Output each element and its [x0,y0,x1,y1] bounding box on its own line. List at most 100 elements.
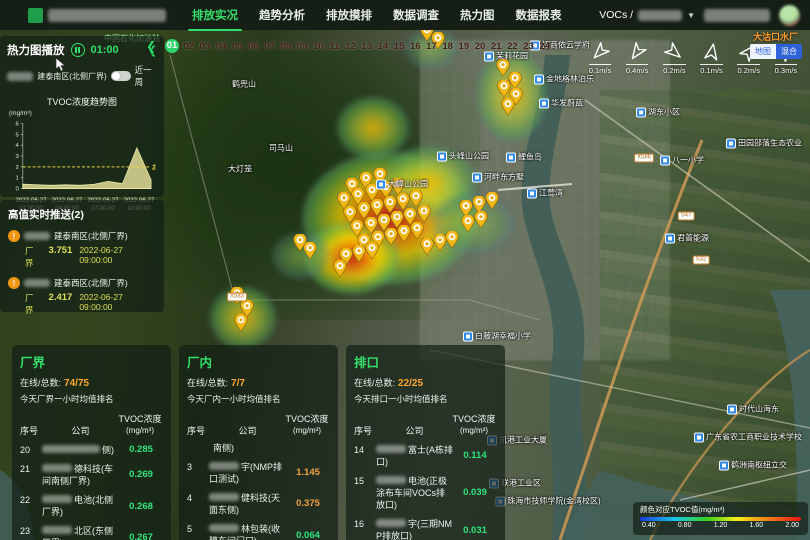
hour-19[interactable]: 19 [457,41,470,52]
row-company: 德科技(车间南侧厂界) [42,463,119,487]
table-row[interactable]: 3宇(NMP排口测试)1.145 [187,461,330,485]
alert-icon: ! [8,230,20,242]
monitoring-point-marker-icon[interactable] [397,225,411,243]
map-type-hybrid-button[interactable]: 混合 [776,44,802,59]
map-poi-icon [534,74,544,84]
map-type-map-button[interactable]: 地图 [750,44,776,59]
playback-time: 01:00 [91,44,119,56]
hour-08[interactable]: 08 [279,41,292,52]
map-poi-label: 白藤湖幸福小学 [463,331,531,342]
table-row[interactable]: 23北区(东侧厂界)0.267 [20,525,163,540]
table-row[interactable]: 21德科技(车间南侧厂界)0.269 [20,463,163,487]
row-company: 富士(A栋排口) [376,444,453,468]
map-poi-label: 华发蔚蓝 [539,98,583,109]
hour-17[interactable]: 17 [425,41,438,52]
hour-22[interactable]: 22 [506,41,519,52]
hour-15[interactable]: 15 [393,41,406,52]
map-poi-label: 珠海市技师学院(金湾校区) [495,496,600,507]
avatar[interactable] [779,5,800,26]
table-row[interactable]: 22电池(北侧厂界)0.268 [20,494,163,518]
hour-16[interactable]: 16 [409,41,422,52]
tab-trend-analysis[interactable]: 趋势分析 [259,3,305,27]
push-type: 厂界 [25,245,42,269]
hour-10[interactable]: 10 [312,41,325,52]
monitoring-point-marker-icon[interactable] [352,245,366,263]
map-poi-icon [539,98,549,108]
push-list: !建泰南区(北侧厂界)厂界3.7512022-06-27 09:00:00!建泰… [8,230,156,316]
hour-06[interactable]: 06 [247,41,260,52]
row-tvoc-value: 0.114 [453,450,497,461]
table-row[interactable]: 15电池(正极涂布车间VOCs排放口)0.039 [354,475,497,511]
hour-07[interactable]: 07 [263,41,276,52]
tab-emission-survey[interactable]: 排放摸排 [326,3,372,27]
monitoring-point-marker-icon[interactable] [417,205,431,223]
tab-heatmap[interactable]: 热力图 [460,3,495,27]
hour-05[interactable]: 05 [231,41,244,52]
hour-23[interactable]: 23 [522,41,535,52]
map-poi-text: 华发蔚蓝 [551,98,583,109]
hour-03[interactable]: 03 [198,41,211,52]
monitoring-point-marker-icon[interactable] [461,215,475,233]
hour-11[interactable]: 11 [328,41,341,52]
monitoring-point-marker-icon[interactable] [501,98,515,116]
hour-20[interactable]: 20 [473,41,486,52]
svg-text:2: 2 [16,165,19,171]
row-rank: 5 [187,523,209,540]
table-row[interactable]: 4健科技(天面东侧)0.375 [187,492,330,516]
monitoring-point-marker-icon[interactable] [445,231,459,249]
week-toggle[interactable] [111,71,131,81]
table-row[interactable]: 20侧)0.285 [20,444,163,456]
logo-text-redacted [48,9,166,22]
collapse-left-icon[interactable]: ❮ [146,39,156,53]
table-row[interactable]: 5林包装(收膜车间门口)0.064 [187,523,330,540]
legend-tick: 1.20 [714,522,728,529]
tab-data-report[interactable]: 数据报表 [516,3,562,27]
chevron-down-icon: ▼ [687,11,695,20]
row-rank: 16 [354,518,376,540]
row-tvoc-value: 0.267 [119,532,163,540]
map-poi-label: 君普能源 [665,233,709,244]
push-item[interactable]: !建泰西区(北侧厂界)厂界2.4172022-06-27 09:00:00 [8,277,156,316]
monitoring-point-marker-icon[interactable] [384,228,398,246]
hour-12[interactable]: 12 [344,41,357,52]
tab-emission-live[interactable]: 排放实况 [192,3,238,27]
hour-13[interactable]: 13 [360,41,373,52]
map-poi-text: 司马山 [269,143,293,154]
monitoring-point-marker-icon[interactable] [365,242,379,260]
push-item[interactable]: !建泰南区(北侧厂界)厂界3.7512022-06-27 09:00:00 [8,230,156,269]
hour-21[interactable]: 21 [490,41,503,52]
svg-text:6: 6 [16,121,20,127]
monitoring-point-marker-icon[interactable] [303,242,317,260]
station-prefix-redacted [7,72,33,81]
monitoring-point-marker-icon[interactable] [333,260,347,278]
monitoring-point-marker-icon[interactable] [474,211,488,229]
map-poi-text: 头峰山公园 [449,151,489,162]
table-row[interactable]: 14富士(A栋排口)0.114 [354,444,497,468]
in-factory-panel: 厂内 在线/总数:7/7 今天厂内一小时均值排名 序号 公司 TVOC浓度(mg… [179,345,338,540]
company-name-redacted [376,476,406,484]
monitoring-point-marker-icon[interactable] [234,314,248,332]
pause-button[interactable] [71,43,85,57]
hour-01[interactable]: 01 [165,39,179,53]
tab-data-investigation[interactable]: 数据调查 [393,3,439,27]
monitoring-point-marker-icon[interactable] [485,192,499,210]
hour-18[interactable]: 18 [441,41,454,52]
table-row[interactable]: 16宇(三期NMP排放口)0.031 [354,518,497,540]
hour-24[interactable]: 24 [538,41,551,52]
map-poi-text: 凯港工业大厦 [499,435,547,446]
vocs-selector[interactable]: VOCs / ▼ [599,9,695,21]
table-header: 序号 公司 TVOC浓度(mg/m³) [20,414,163,437]
monitoring-point-marker-icon[interactable] [420,238,434,256]
hour-04[interactable]: 04 [214,41,227,52]
hour-02[interactable]: 02 [182,41,195,52]
hour-14[interactable]: 14 [376,41,389,52]
map-poi-text: 鹤洲南枢纽立交 [731,460,787,471]
ranking-label: 今天厂内一小时均值排名 [187,393,330,405]
wind-indicator-1: 0.1m/s [583,42,617,75]
hour-09[interactable]: 09 [295,41,308,52]
map-poi-label: 头峰山公园 [437,151,489,162]
push-item-station-line: !建泰南区(北侧厂界) [8,230,156,242]
legend-tick: 1.60 [750,522,764,529]
panel-title: 排口 [354,352,497,371]
map-poi-text: 金地格林泊乐 [546,74,594,85]
